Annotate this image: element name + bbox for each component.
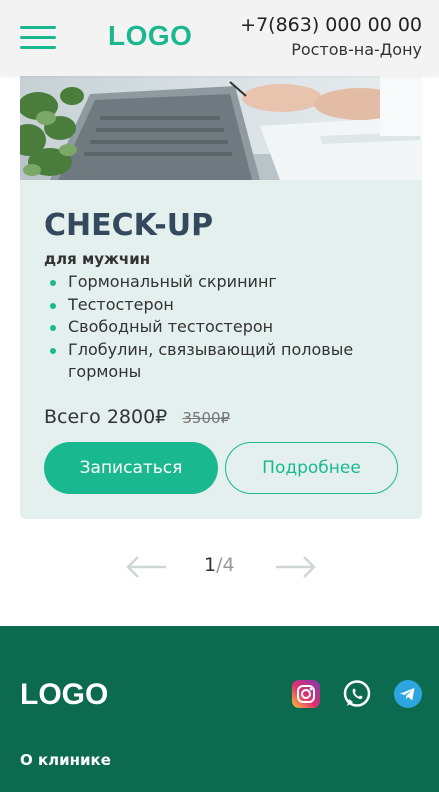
site-header: LOGO +7(863) 000 00 00 Ростов-на-Дону	[0, 0, 439, 76]
price-row: Всего 2800₽ 3500₽	[44, 406, 404, 432]
feature-item: Гормональный скрининг	[44, 271, 404, 294]
card-title: CHECK-UP	[44, 208, 214, 243]
footer-logo[interactable]: LOGO	[20, 678, 108, 712]
old-price: 3500₽	[182, 408, 231, 427]
card-photo	[20, 76, 422, 180]
current-price: Всего 2800₽	[44, 405, 168, 428]
about-clinic-link[interactable]: О клинике	[20, 751, 111, 769]
current-page: 1	[204, 554, 217, 576]
checkup-card: CHECK-UP для мужчин Гормональный скринин…	[20, 76, 422, 519]
total-pages: /4	[216, 554, 235, 576]
header-contacts: +7(863) 000 00 00 Ростов-на-Дону	[240, 12, 422, 62]
arrow-left-icon[interactable]	[126, 554, 168, 584]
whatsapp-icon[interactable]	[343, 680, 371, 708]
slider-pager: 1/4	[0, 550, 439, 582]
city-label: Ростов-на-Дону	[291, 40, 422, 59]
telegram-icon[interactable]	[394, 680, 422, 708]
feature-item: Глобулин, связывающий половые гормоны	[44, 339, 404, 384]
site-logo[interactable]: LOGO	[108, 20, 192, 52]
feature-item: Свободный тестостерон	[44, 316, 404, 339]
feature-list: Гормональный скрининг Тестостерон Свобод…	[44, 271, 404, 384]
details-button[interactable]: Подробнее	[225, 442, 398, 494]
menu-icon[interactable]	[20, 26, 56, 50]
card-body: CHECK-UP для мужчин Гормональный скринин…	[44, 206, 404, 432]
card-subtitle: для мужчин	[44, 250, 151, 268]
site-footer: LOGO О клинике	[0, 626, 439, 792]
doctor-laptop-photo	[20, 76, 422, 180]
page-counter: 1/4	[204, 554, 235, 576]
feature-item: Тестостерон	[44, 294, 404, 317]
instagram-icon[interactable]	[292, 680, 320, 708]
arrow-right-icon[interactable]	[274, 554, 316, 584]
book-button[interactable]: Записаться	[44, 442, 218, 494]
phone-number[interactable]: +7(863) 000 00 00	[240, 12, 422, 38]
